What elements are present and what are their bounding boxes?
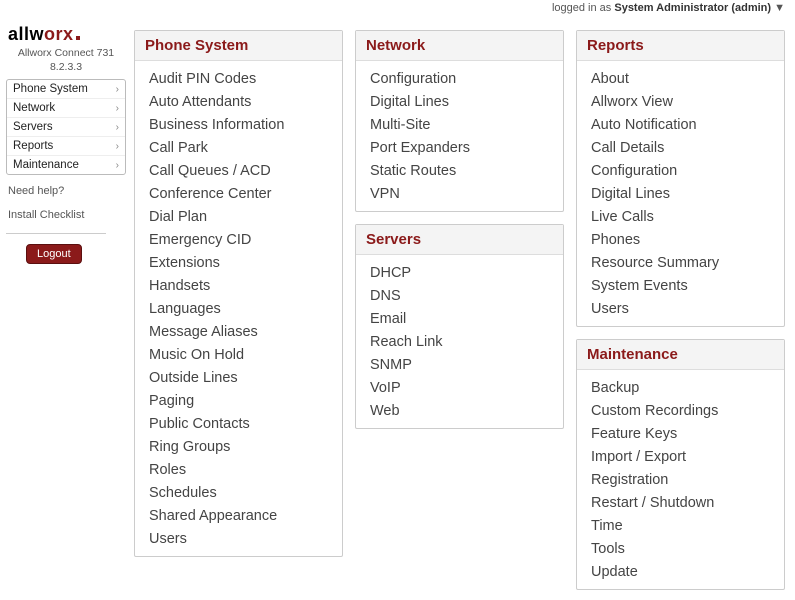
side-nav: Phone System›Network›Servers›Reports›Mai… xyxy=(6,79,126,175)
side-nav-label: Maintenance xyxy=(13,159,79,171)
network-item[interactable]: Static Routes xyxy=(356,159,563,182)
reports-item[interactable]: Digital Lines xyxy=(577,182,784,205)
network-item[interactable]: Configuration xyxy=(356,67,563,90)
dot-icon xyxy=(76,36,80,40)
panel-title: Maintenance xyxy=(577,340,784,370)
chevron-right-icon: › xyxy=(116,141,119,152)
phone-system-item[interactable]: Call Park xyxy=(135,136,342,159)
panel-title: Servers xyxy=(356,225,563,255)
panel-phone-system: Phone System Audit PIN CodesAuto Attenda… xyxy=(134,30,343,557)
divider xyxy=(6,233,106,234)
phone-system-item[interactable]: Public Contacts xyxy=(135,412,342,435)
caret-down-icon[interactable]: ▼ xyxy=(774,2,785,14)
servers-item[interactable]: DNS xyxy=(356,284,563,307)
phone-system-item[interactable]: Music On Hold xyxy=(135,343,342,366)
chevron-right-icon: › xyxy=(116,122,119,133)
reports-item[interactable]: Auto Notification xyxy=(577,113,784,136)
maintenance-item[interactable]: Tools xyxy=(577,537,784,560)
side-nav-label: Network xyxy=(13,102,55,114)
phone-system-item[interactable]: Message Aliases xyxy=(135,320,342,343)
maintenance-item[interactable]: Time xyxy=(577,514,784,537)
phone-system-item[interactable]: Roles xyxy=(135,458,342,481)
panel-maintenance: Maintenance BackupCustom RecordingsFeatu… xyxy=(576,339,785,590)
model-label: Allworx Connect 731 xyxy=(6,47,126,59)
reports-item[interactable]: Allworx View xyxy=(577,90,784,113)
reports-item[interactable]: Configuration xyxy=(577,159,784,182)
side-nav-item[interactable]: Network › xyxy=(7,99,125,118)
panel-servers: Servers DHCPDNSEmailReach LinkSNMPVoIPWe… xyxy=(355,224,564,429)
maintenance-item[interactable]: Import / Export xyxy=(577,445,784,468)
phone-system-item[interactable]: Schedules xyxy=(135,481,342,504)
reports-item[interactable]: System Events xyxy=(577,274,784,297)
topbar: logged in as System Administrator (admin… xyxy=(0,0,795,24)
reports-item[interactable]: Users xyxy=(577,297,784,320)
phone-system-item[interactable]: Dial Plan xyxy=(135,205,342,228)
side-nav-item[interactable]: Phone System › xyxy=(7,80,125,99)
login-prefix: logged in as xyxy=(552,2,614,14)
phone-system-item[interactable]: Handsets xyxy=(135,274,342,297)
help-link[interactable]: Need help? xyxy=(8,185,126,197)
login-user[interactable]: System Administrator (admin) xyxy=(614,2,771,14)
maintenance-item[interactable]: Update xyxy=(577,560,784,583)
maintenance-item[interactable]: Custom Recordings xyxy=(577,399,784,422)
phone-system-item[interactable]: Business Information xyxy=(135,113,342,136)
reports-item[interactable]: Resource Summary xyxy=(577,251,784,274)
panel-title: Network xyxy=(356,31,563,61)
reports-item[interactable]: Live Calls xyxy=(577,205,784,228)
network-item[interactable]: Digital Lines xyxy=(356,90,563,113)
phone-system-item[interactable]: Conference Center xyxy=(135,182,342,205)
side-nav-label: Reports xyxy=(13,140,53,152)
panel-title: Phone System xyxy=(135,31,342,61)
network-item[interactable]: Multi-Site xyxy=(356,113,563,136)
side-nav-item[interactable]: Maintenance › xyxy=(7,156,125,174)
maintenance-item[interactable]: Feature Keys xyxy=(577,422,784,445)
servers-item[interactable]: Reach Link xyxy=(356,330,563,353)
maintenance-item[interactable]: Backup xyxy=(577,376,784,399)
side-nav-label: Servers xyxy=(13,121,53,133)
phone-system-item[interactable]: Users xyxy=(135,527,342,550)
phone-system-item[interactable]: Call Queues / ACD xyxy=(135,159,342,182)
servers-item[interactable]: Email xyxy=(356,307,563,330)
phone-system-item[interactable]: Outside Lines xyxy=(135,366,342,389)
reports-item[interactable]: About xyxy=(577,67,784,90)
side-nav-item[interactable]: Servers › xyxy=(7,118,125,137)
phone-system-item[interactable]: Shared Appearance xyxy=(135,504,342,527)
chevron-right-icon: › xyxy=(116,103,119,114)
phone-system-item[interactable]: Emergency CID xyxy=(135,228,342,251)
servers-item[interactable]: SNMP xyxy=(356,353,563,376)
network-item[interactable]: VPN xyxy=(356,182,563,205)
phone-system-item[interactable]: Extensions xyxy=(135,251,342,274)
reports-item[interactable]: Call Details xyxy=(577,136,784,159)
phone-system-item[interactable]: Ring Groups xyxy=(135,435,342,458)
servers-item[interactable]: DHCP xyxy=(356,261,563,284)
phone-system-item[interactable]: Languages xyxy=(135,297,342,320)
panel-network: Network ConfigurationDigital LinesMulti-… xyxy=(355,30,564,212)
chevron-right-icon: › xyxy=(116,84,119,95)
servers-item[interactable]: VoIP xyxy=(356,376,563,399)
phone-system-item[interactable]: Paging xyxy=(135,389,342,412)
servers-item[interactable]: Web xyxy=(356,399,563,422)
network-item[interactable]: Port Expanders xyxy=(356,136,563,159)
reports-item[interactable]: Phones xyxy=(577,228,784,251)
phone-system-item[interactable]: Auto Attendants xyxy=(135,90,342,113)
install-checklist-link[interactable]: Install Checklist xyxy=(8,209,126,221)
side-nav-item[interactable]: Reports › xyxy=(7,137,125,156)
panel-reports: Reports AboutAllworx ViewAuto Notificati… xyxy=(576,30,785,327)
version-label: 8.2.3.3 xyxy=(6,61,126,73)
logout-button[interactable]: Logout xyxy=(26,244,82,264)
maintenance-item[interactable]: Restart / Shutdown xyxy=(577,491,784,514)
phone-system-item[interactable]: Audit PIN Codes xyxy=(135,67,342,90)
brand-logo: allworx xyxy=(6,24,126,45)
maintenance-item[interactable]: Registration xyxy=(577,468,784,491)
chevron-right-icon: › xyxy=(116,160,119,171)
side-nav-label: Phone System xyxy=(13,83,88,95)
panel-title: Reports xyxy=(577,31,784,61)
